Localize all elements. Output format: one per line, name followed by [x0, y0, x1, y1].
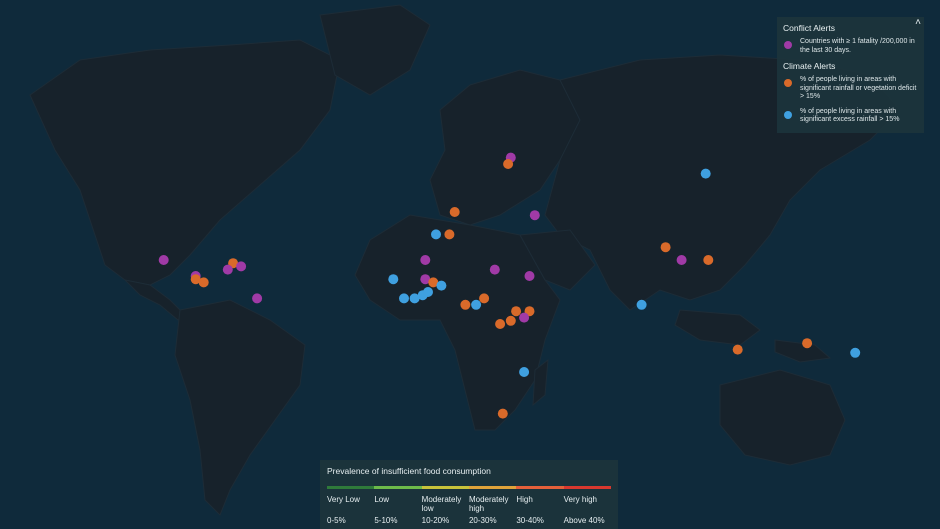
scale-segment-moderately-high — [468, 486, 517, 489]
climate-deficit-marker[interactable] — [660, 242, 671, 253]
climate-deficit-marker[interactable] — [497, 408, 508, 419]
scale-segment-low — [374, 486, 422, 489]
food-consumption-legend: Prevalence of insufficient food consumpt… — [320, 460, 618, 529]
conflict-marker[interactable] — [489, 264, 500, 275]
climate-excess-marker[interactable] — [431, 229, 441, 240]
climate-excess-marker[interactable] — [519, 367, 530, 377]
category-name: High — [516, 495, 533, 504]
conflict-dot-icon — [784, 41, 792, 49]
legend-item-conflict[interactable]: Countries with ≥ 1 fatality /200,000 in … — [783, 38, 918, 55]
climate-deficit-marker[interactable] — [503, 159, 514, 169]
category-range: 0-5% — [327, 516, 346, 525]
category-very-low: Very Low 0-5% — [327, 495, 374, 525]
climate-excess-marker[interactable] — [636, 299, 647, 310]
climate-excess-marker[interactable] — [399, 293, 409, 304]
conflict-marker[interactable] — [236, 261, 247, 272]
category-moderately-high: Moderately high 20-30% — [469, 495, 516, 525]
category-high: High 30-40% — [516, 495, 563, 525]
category-range: 30-40% — [516, 516, 544, 525]
conflict-marker[interactable] — [222, 264, 233, 275]
climate-deficit-marker[interactable] — [505, 315, 516, 326]
climate-deficit-marker[interactable] — [198, 277, 209, 288]
climate-deficit-marker[interactable] — [479, 293, 490, 304]
category-range: Above 40% — [563, 516, 605, 525]
conflict-marker[interactable] — [676, 255, 687, 265]
scale-categories: Very Low 0-5% Low 5-10% Moderately low 1… — [327, 495, 611, 525]
climate-deficit-marker[interactable] — [495, 319, 506, 329]
legend-item-label: Countries with ≥ 1 fatality /200,000 in … — [800, 38, 915, 54]
climate-deficit-dot-icon — [784, 79, 792, 87]
conflict-marker[interactable] — [252, 293, 263, 304]
climate-deficit-marker[interactable] — [460, 299, 471, 310]
category-range: 5-10% — [374, 516, 398, 525]
legend-item-climate-deficit[interactable]: % of people living in areas with signifi… — [783, 76, 918, 102]
scale-segment-very-high — [563, 486, 611, 489]
scale-segment-moderately-low — [421, 486, 469, 489]
climate-deficit-marker[interactable] — [511, 306, 522, 317]
category-name: Moderately low — [421, 495, 462, 513]
conflict-marker[interactable] — [524, 271, 535, 281]
climate-excess-dot-icon — [784, 110, 792, 119]
legend-item-label: % of people living in areas with signifi… — [800, 107, 900, 124]
caret-up-icon[interactable]: ˄ — [915, 18, 921, 28]
legend-item-climate-excess[interactable]: % of people living in areas with signifi… — [783, 108, 918, 125]
climate-excess-marker[interactable] — [471, 299, 482, 310]
conflict-marker[interactable] — [529, 210, 540, 221]
color-scale-bar — [327, 486, 611, 489]
conflict-marker[interactable] — [420, 255, 431, 265]
category-name: Very Low — [327, 495, 360, 504]
climate-excess-marker[interactable] — [436, 280, 447, 291]
alerts-legend: ˄ Conflict Alerts Countries with ≥ 1 fat… — [777, 17, 924, 133]
climate-excess-marker[interactable] — [850, 347, 861, 358]
category-name: Low — [374, 495, 390, 504]
climate-alerts-title: Climate Alerts — [783, 61, 836, 71]
climate-deficit-marker[interactable] — [449, 207, 460, 217]
food-legend-title: Prevalence of insufficient food consumpt… — [327, 466, 491, 476]
climate-deficit-marker[interactable] — [802, 338, 813, 349]
climate-excess-marker[interactable] — [700, 168, 711, 179]
legend-item-label: % of people living in areas with signifi… — [800, 76, 917, 100]
scale-segment-high — [516, 486, 564, 489]
category-low: Low 5-10% — [374, 495, 421, 525]
scale-segment-very-low — [327, 486, 375, 489]
category-range: 20-30% — [468, 516, 497, 525]
category-moderately-low: Moderately low 10-20% — [422, 495, 469, 525]
category-very-high: Very high Above 40% — [564, 495, 611, 525]
conflict-marker[interactable] — [519, 312, 530, 323]
climate-deficit-marker[interactable] — [703, 255, 714, 265]
conflict-alerts-title: Conflict Alerts — [783, 23, 835, 33]
conflict-marker[interactable] — [158, 255, 169, 265]
category-name: Very high — [563, 495, 597, 504]
climate-deficit-marker[interactable] — [732, 344, 743, 355]
climate-deficit-marker[interactable] — [444, 229, 455, 240]
climate-excess-marker[interactable] — [423, 287, 433, 297]
category-name: Moderately high — [468, 495, 509, 513]
category-range: 10-20% — [421, 516, 450, 525]
climate-excess-marker[interactable] — [388, 274, 399, 285]
